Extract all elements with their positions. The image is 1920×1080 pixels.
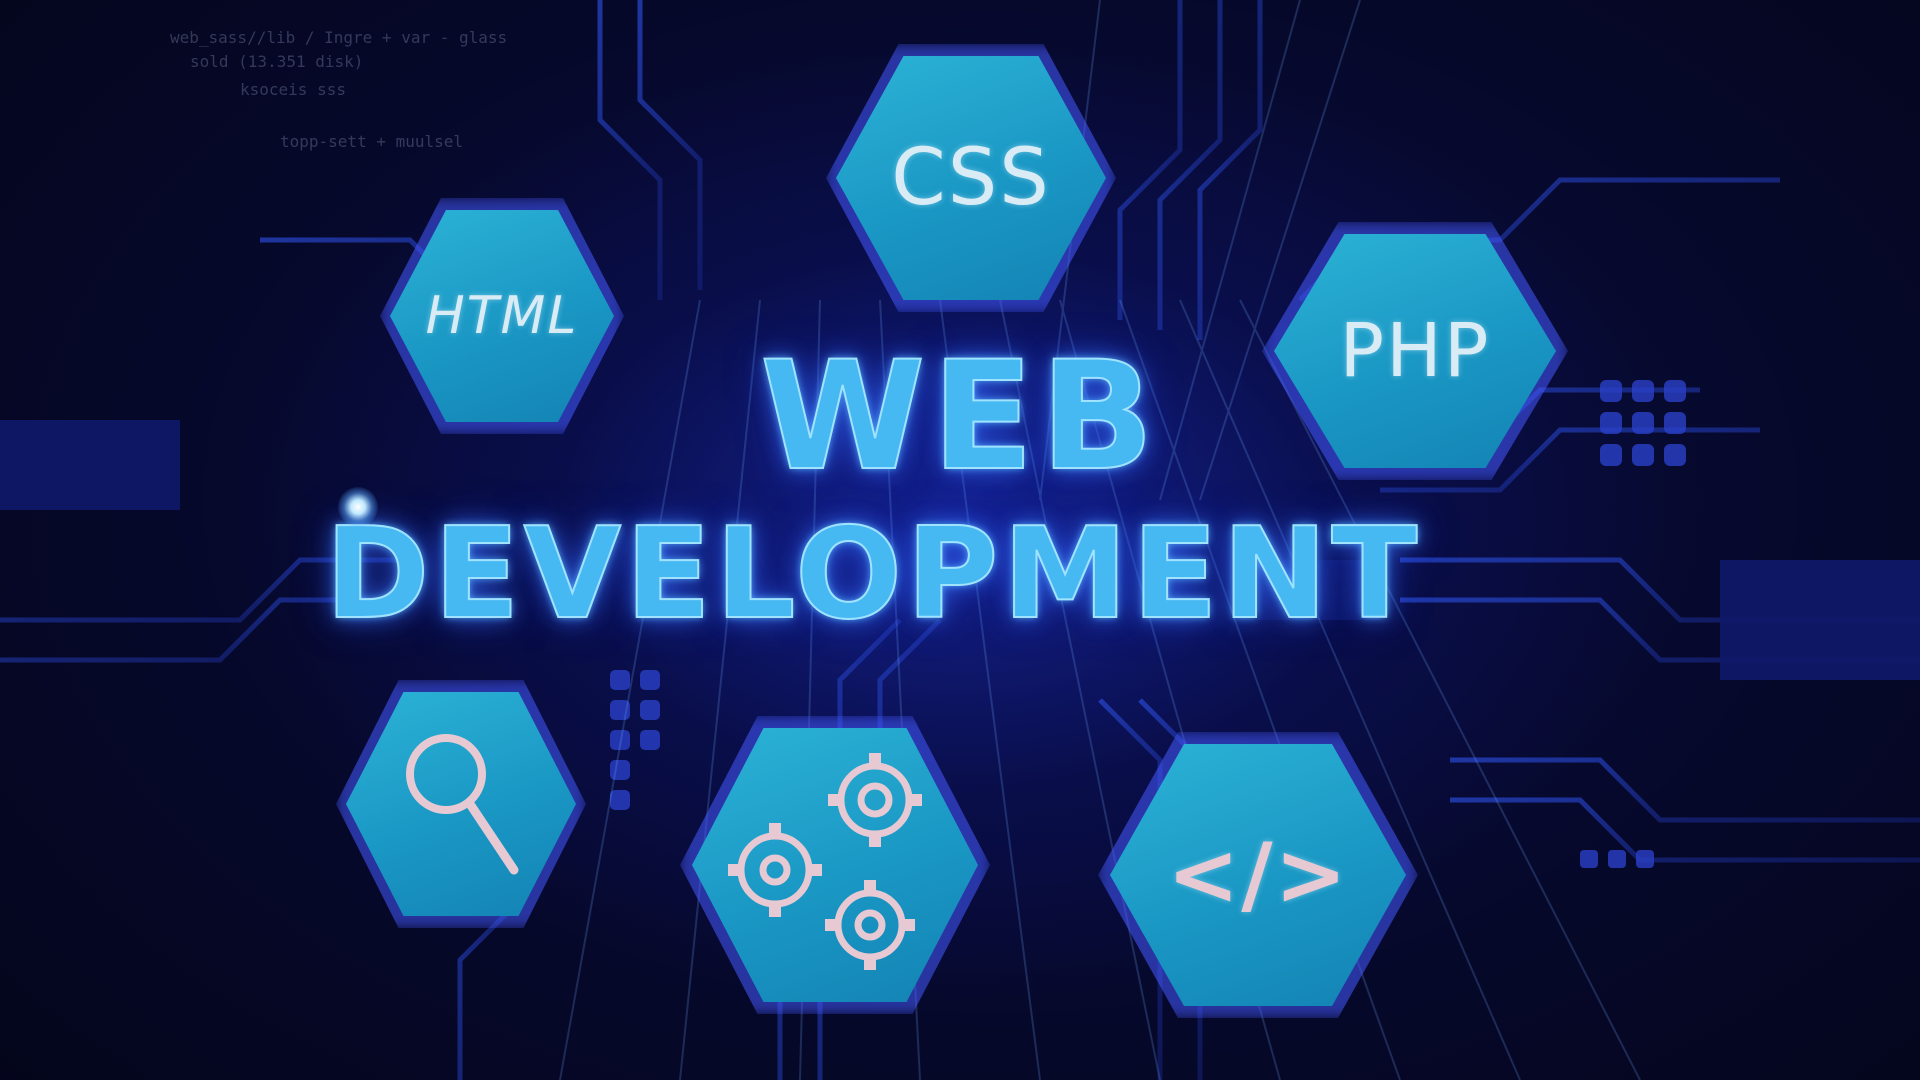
background-code-line: sold (13.351 disk) [190,52,364,71]
background-code-line: web_sass//lib / Ingre + var - glass [170,28,508,47]
background-code-line: topp-sett + muulsel [280,132,464,151]
lens-flare [338,487,378,527]
title-development: DEVELOPMENT [324,499,1422,648]
gears-icon [728,753,922,970]
search-icon [406,734,519,875]
background-code-line: ksoceis sss [240,80,346,99]
title-web: WEB [759,329,1161,505]
css-label: CSS [891,133,1051,223]
php-label: PHP [1339,308,1491,394]
code-icon: </> [1167,825,1349,925]
web-development-scene: web_sass//lib / Ingre + var - glass sold… [0,0,1920,1080]
html-label: HTML [425,286,579,346]
